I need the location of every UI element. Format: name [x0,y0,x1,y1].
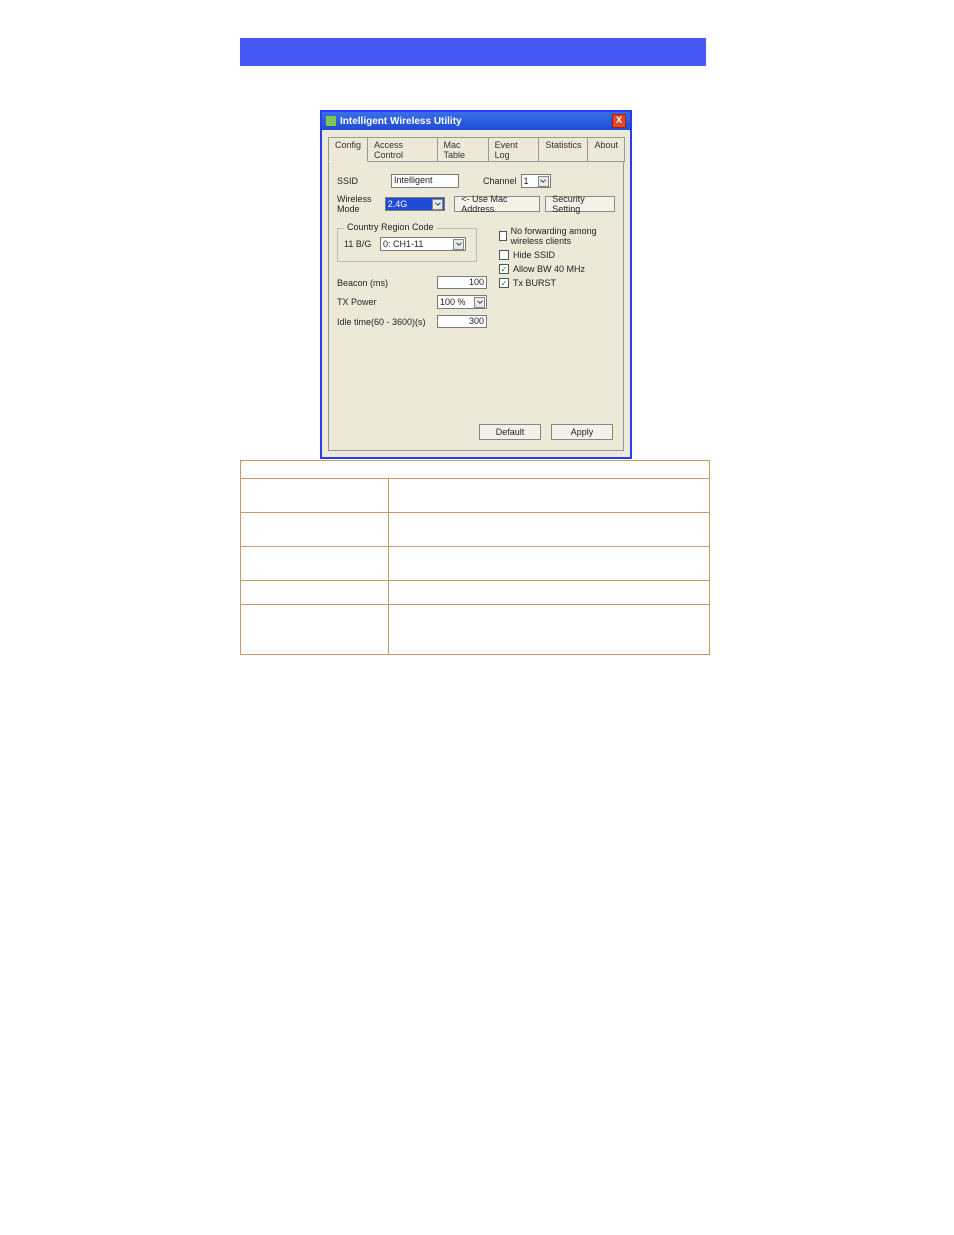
table-row [241,547,710,581]
table-cell [389,513,710,547]
tx-power-label: TX Power [337,297,377,307]
tab-about[interactable]: About [587,137,625,162]
checkbox-icon[interactable] [499,231,507,241]
table-row [241,605,710,655]
chevron-down-icon[interactable] [432,199,443,210]
hide-ssid-checkbox-row[interactable]: Hide SSID [499,250,615,260]
country-region-fieldset: Country Region Code 11 B/G 0: CH1-11 [337,228,477,262]
wireless-mode-value: 2.4G [388,199,408,209]
region-11bg-select[interactable]: 0: CH1-11 [380,237,466,251]
table-cell [389,605,710,655]
apply-button[interactable]: Apply [551,424,613,440]
chevron-down-icon[interactable] [453,239,464,250]
tab-access-control[interactable]: Access Control [367,137,437,162]
beacon-input[interactable]: 100 [437,276,487,289]
table-cell [389,547,710,581]
tx-burst-label: Tx BURST [513,278,556,288]
region-11bg-label: 11 B/G [344,239,380,249]
app-window: Intelligent Wireless Utility X Config Ac… [320,110,632,459]
idle-time-label: Idle time(60 - 3600)(s) [337,317,426,327]
table-cell [241,547,389,581]
table-cell [241,513,389,547]
tab-event-log[interactable]: Event Log [488,137,540,162]
tab-mac-table[interactable]: Mac Table [437,137,489,162]
table-header-cell [241,461,710,479]
close-icon[interactable]: X [612,114,626,128]
window-title: Intelligent Wireless Utility [340,116,612,127]
tx-burst-checkbox-row[interactable]: ✓ Tx BURST [499,278,615,288]
checkbox-icon[interactable] [499,250,509,260]
table-cell [241,479,389,513]
checkbox-checked-icon[interactable]: ✓ [499,264,509,274]
page-banner [240,38,706,66]
table-cell [389,479,710,513]
no-forwarding-label: No forwarding among wireless clients [511,226,615,246]
tx-power-select[interactable]: 100 % [437,295,487,309]
country-region-legend: Country Region Code [344,222,437,232]
ssid-label: SSID [337,176,391,186]
tab-strip: Config Access Control Mac Table Event Lo… [322,130,630,161]
allow-bw40-label: Allow BW 40 MHz [513,264,585,274]
channel-value: 1 [524,176,529,186]
allow-bw40-checkbox-row[interactable]: ✓ Allow BW 40 MHz [499,264,615,274]
table-row [241,581,710,605]
table-header-row [241,461,710,479]
no-forwarding-checkbox-row[interactable]: No forwarding among wireless clients [499,226,615,246]
tab-content-config: SSID Intelligent Channel 1 Wireless Mode… [328,161,624,451]
wireless-mode-select[interactable]: 2.4G [385,197,446,211]
chevron-down-icon[interactable] [538,176,549,187]
hide-ssid-label: Hide SSID [513,250,555,260]
channel-label: Channel [483,176,517,186]
tab-config[interactable]: Config [328,137,368,162]
table-row [241,479,710,513]
use-mac-address-button[interactable]: <- Use Mac Address [454,196,540,212]
beacon-label: Beacon (ms) [337,278,388,288]
channel-select[interactable]: 1 [521,174,551,188]
checkbox-checked-icon[interactable]: ✓ [499,278,509,288]
table-cell [241,581,389,605]
table-row [241,513,710,547]
wireless-mode-label: Wireless Mode [337,194,385,214]
region-11bg-value: 0: CH1-11 [383,239,423,249]
chevron-down-icon[interactable] [474,297,485,308]
titlebar[interactable]: Intelligent Wireless Utility X [322,112,630,130]
description-table [240,460,710,655]
default-button[interactable]: Default [479,424,541,440]
ssid-input[interactable]: Intelligent [391,174,459,188]
table-cell [241,605,389,655]
security-setting-button[interactable]: Security Setting [545,196,615,212]
tx-power-value: 100 % [440,297,466,307]
app-icon [326,116,336,126]
idle-time-input[interactable]: 300 [437,315,487,328]
table-cell [389,581,710,605]
tab-statistics[interactable]: Statistics [538,137,588,162]
